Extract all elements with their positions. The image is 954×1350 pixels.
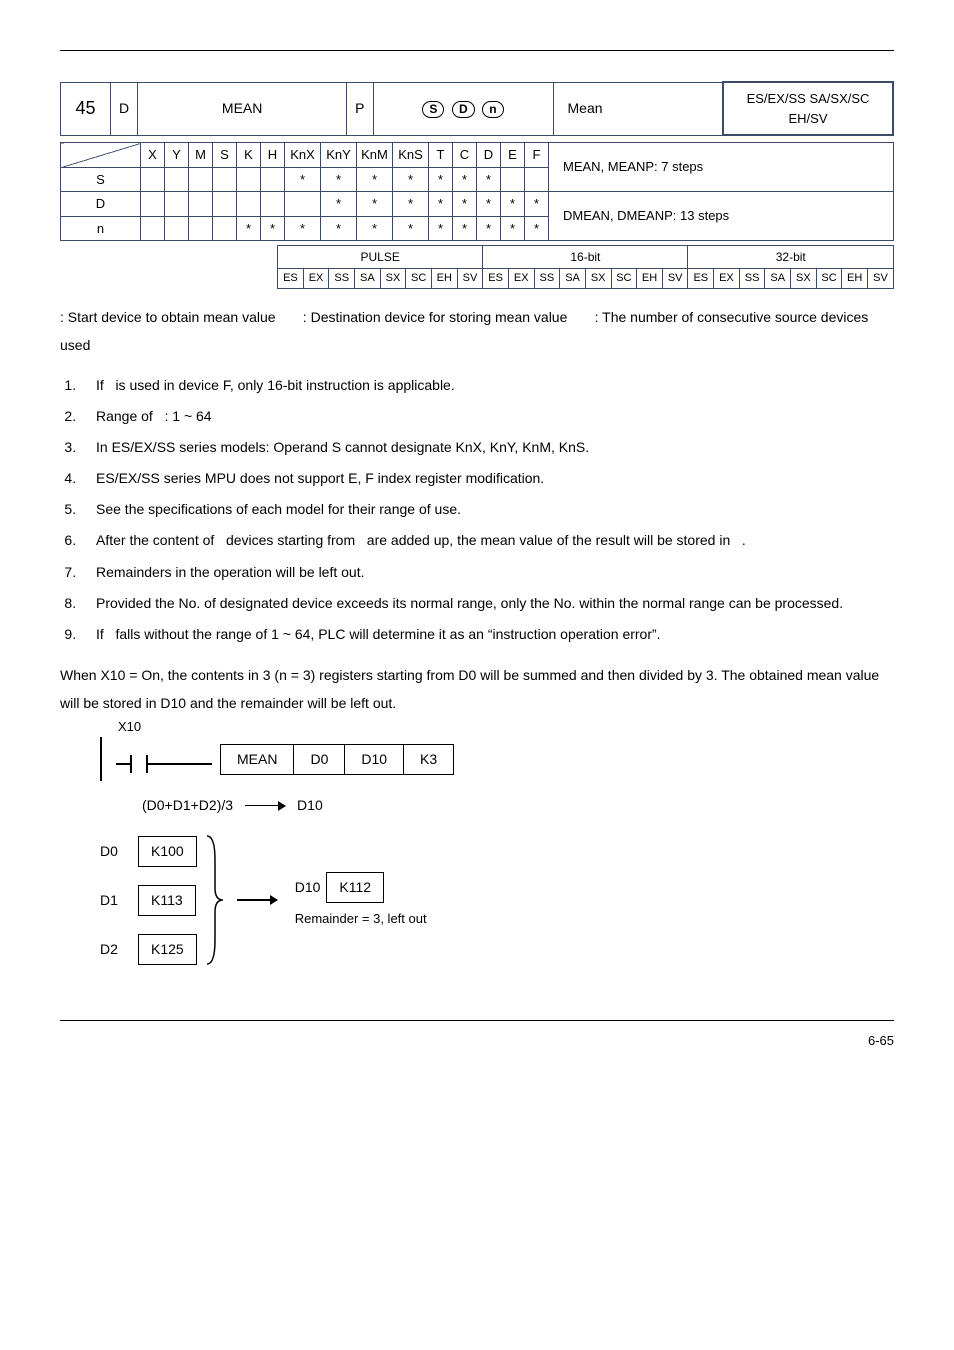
list-item: After the content of devices starting fr… (80, 528, 894, 553)
col-C: C (453, 143, 477, 168)
operands-description: : Start device to obtain mean value : De… (60, 303, 894, 359)
operand-s-symbol: S (422, 101, 444, 118)
col-S: S (213, 143, 237, 168)
col-F: F (525, 143, 549, 168)
contact-label: X10 (118, 717, 141, 737)
list-item: Remainders in the operation will be left… (80, 560, 894, 585)
reg-value-d1: K113 (138, 885, 196, 916)
result-value: K112 (326, 872, 384, 903)
col-D: D (477, 143, 501, 168)
bit32-head: 32-bit (688, 246, 894, 269)
api-number: 45 (61, 82, 111, 135)
inst-mean: MEAN (221, 745, 293, 774)
col-T: T (429, 143, 453, 168)
list-item: Range of : 1 ~ 64 (80, 404, 894, 429)
example-description: When X10 = On, the contents in 3 (n = 3)… (60, 661, 894, 717)
col-KnM: KnM (357, 143, 393, 168)
pulse-head: PULSE (278, 246, 483, 269)
ladder-diagram: X10 MEAN D0 D10 K3 (D0+D1+D2)/3 D10 D0 (100, 737, 894, 970)
row-S: S (61, 167, 141, 192)
supported-models: ES/EX/SS SA/SX/SC EH/SV (723, 82, 893, 135)
instruction-header-table: 45 D MEAN P S D n Mean ES/EX/SS SA/SX/SC… (60, 81, 894, 136)
col-K: K (237, 143, 261, 168)
formula-text: (D0+D1+D2)/3 (142, 795, 233, 816)
list-item: If falls without the range of 1 ~ 64, PL… (80, 622, 894, 647)
steps-mean: MEAN, MEANP: 7 steps (549, 143, 894, 192)
diagonal-cell (61, 143, 141, 168)
reg-label-d1: D1 (100, 890, 128, 911)
row-D: D (61, 192, 141, 217)
steps-dmean: DMEAN, DMEANP: 13 steps (549, 192, 894, 241)
instruction-description: Mean (553, 82, 723, 135)
brace-icon (201, 830, 227, 970)
col-E: E (501, 143, 525, 168)
col-KnX: KnX (285, 143, 321, 168)
row-n: n (61, 216, 141, 241)
p-column: P (347, 82, 373, 135)
reg-label-d2: D2 (100, 939, 128, 960)
instruction-boxes: MEAN D0 D10 K3 (220, 744, 454, 775)
d-column: D (111, 82, 138, 135)
formula-result: D10 (297, 795, 323, 816)
col-KnS: KnS (393, 143, 429, 168)
operand-symbols: S D n (373, 82, 553, 135)
list-item: ES/EX/SS series MPU does not support E, … (80, 466, 894, 491)
list-item: In ES/EX/SS series models: Operand S can… (80, 435, 894, 460)
list-item: If is used in device F, only 16-bit inst… (80, 373, 894, 398)
bit16-head: 16-bit (483, 246, 688, 269)
col-H: H (261, 143, 285, 168)
list-item: See the specifications of each model for… (80, 497, 894, 522)
col-Y: Y (165, 143, 189, 168)
inst-d0: D0 (293, 745, 344, 774)
operand-n-symbol: n (482, 101, 503, 118)
pulse-table: PULSE 16-bit 32-bit ES EX SS SA SX SC EH… (60, 245, 894, 289)
operand-d-symbol: D (452, 101, 475, 118)
inst-k3: K3 (403, 745, 453, 774)
reg-value-d0: K100 (138, 836, 197, 867)
arrow-icon (237, 899, 277, 901)
col-X: X (141, 143, 165, 168)
inst-d10: D10 (344, 745, 403, 774)
result-reg: D10 (295, 877, 321, 898)
reg-value-d2: K125 (138, 934, 197, 965)
explanation-list: If is used in device F, only 16-bit inst… (60, 373, 894, 648)
arrow-icon (245, 805, 285, 807)
col-M: M (189, 143, 213, 168)
reg-label-d0: D0 (100, 841, 128, 862)
instruction-name: MEAN (138, 82, 347, 135)
col-KnY: KnY (321, 143, 357, 168)
remainder-text: Remainder = 3, left out (295, 909, 427, 929)
list-item: Provided the No. of designated device ex… (80, 591, 894, 616)
page-footer: 6-65 (60, 1020, 894, 1051)
operand-grid-table: X Y M S K H KnX KnY KnM KnS T C D E F ME… (60, 142, 894, 241)
